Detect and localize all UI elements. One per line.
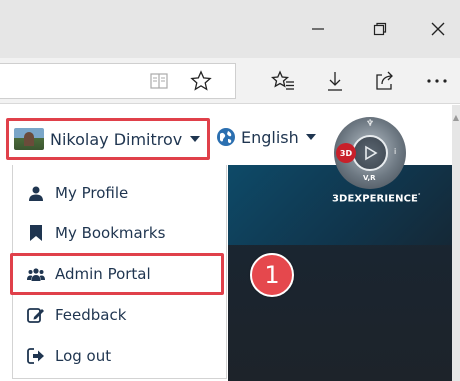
language-label: English [241,127,299,147]
more-icon[interactable] [422,66,452,96]
minimize-button[interactable] [298,10,338,48]
close-icon [431,22,445,36]
restore-icon [373,22,387,36]
bookmark-icon [27,224,45,242]
edit-icon [27,306,45,324]
scrollbar[interactable] [452,105,460,381]
favorite-star-icon[interactable] [186,66,216,96]
compass-top-icon: ♆ [366,119,375,129]
restore-button[interactable] [360,10,400,48]
language-selector[interactable]: English [216,127,316,147]
compass-logo[interactable]: ♆ 3D i V,R [334,117,406,189]
user-icon [27,184,45,202]
menu-item-my-bookmarks[interactable]: My Bookmarks [13,213,228,253]
menu-item-log-out[interactable]: Log out [13,336,228,376]
menu-item-label: Log out [55,347,112,365]
logout-icon [27,347,45,365]
compass-3d-quadrant: 3D [336,143,356,163]
menu-item-label: Feedback [55,306,127,324]
menu-item-label: My Profile [55,184,129,202]
browser-toolbar [0,58,460,104]
menu-item-feedback[interactable]: Feedback [13,295,228,335]
background-banner [228,165,452,245]
close-button[interactable] [418,10,458,48]
user-name: Nikolay Dimitrov [50,129,183,149]
avatar [14,128,44,150]
step-number: 1 [264,261,280,289]
share-icon[interactable] [370,66,400,96]
compass-bottom-label: V,R [363,174,376,182]
minimize-icon [312,28,324,30]
download-icon[interactable] [320,66,350,96]
brand-text: 3DEXPERIENCE [332,193,418,205]
web-page: ▲ Nikolay Dimitrov English ♆ 3D i V,R 3D… [0,105,460,381]
menu-item-my-profile[interactable]: My Profile [13,173,228,213]
chevron-down-icon [305,134,316,140]
reading-view-icon[interactable] [144,66,174,96]
globe-icon [217,128,235,146]
favorites-list-icon[interactable] [268,66,298,96]
admin-portal-highlight [10,253,224,295]
compass-play-icon [352,135,388,171]
chevron-down-icon [190,136,201,142]
window-titlebar [0,0,460,58]
compass-right-label: i [394,147,397,156]
user-menu-button[interactable]: Nikolay Dimitrov [6,118,210,160]
menu-item-label: My Bookmarks [55,224,166,242]
brand-logo: 3DEXPERIENCE° [332,193,421,205]
step-badge: 1 [250,253,294,297]
scroll-up-icon[interactable]: ▲ [452,113,460,123]
